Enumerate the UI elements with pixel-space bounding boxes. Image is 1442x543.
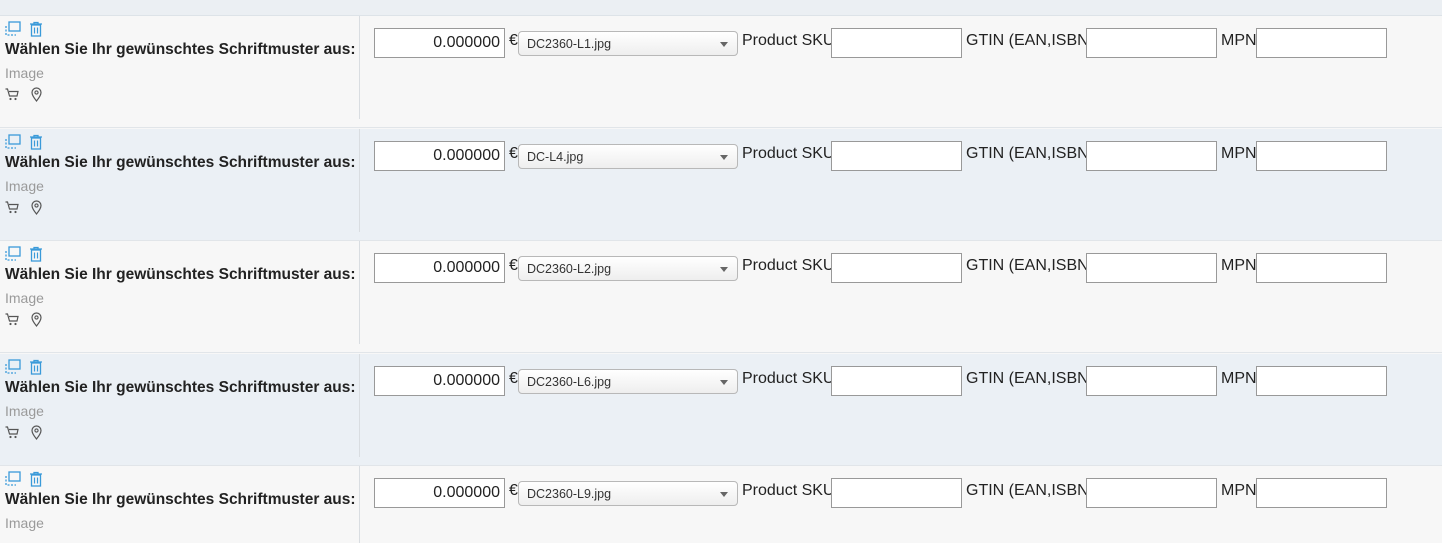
gtin-label: GTIN (EAN,ISBN)	[966, 370, 1095, 387]
option-name: Wählen Sie Ihr gewünschtes Schriftmuster…	[5, 154, 356, 171]
gtin-label: GTIN (EAN,ISBN)	[966, 145, 1095, 162]
cart-icon	[5, 313, 19, 331]
map-pin-icon	[31, 87, 42, 107]
option-name: Wählen Sie Ihr gewünschtes Schriftmuster…	[5, 41, 356, 58]
currency-symbol: €	[509, 32, 518, 49]
sku-input[interactable]	[831, 253, 962, 283]
option-info: Wählen Sie Ihr gewünschtes Schriftmuster…	[0, 241, 360, 344]
price-input[interactable]	[374, 141, 505, 171]
currency-symbol: €	[509, 482, 518, 499]
map-pin-icon	[31, 425, 42, 445]
trash-icon[interactable]	[29, 246, 43, 262]
top-strip	[0, 0, 1442, 16]
mpn-input[interactable]	[1256, 253, 1387, 283]
image-select-value: DC-L4.jpg	[527, 150, 584, 164]
sku-label: Product SKU	[742, 370, 835, 387]
mpn-label: MPN	[1221, 482, 1257, 499]
option-value-row: Wählen Sie Ihr gewünschtes Schriftmuster…	[0, 16, 1442, 128]
currency-symbol: €	[509, 370, 518, 387]
chevron-down-icon	[720, 267, 728, 272]
cart-icon	[5, 88, 19, 106]
chevron-down-icon	[720, 380, 728, 385]
gtin-input[interactable]	[1086, 141, 1217, 171]
option-info: Wählen Sie Ihr gewünschtes Schriftmuster…	[0, 466, 360, 543]
copy-icon[interactable]	[5, 471, 21, 487]
image-select-value: DC2360-L2.jpg	[527, 262, 612, 276]
image-select[interactable]: DC2360-L2.jpg	[518, 256, 738, 281]
image-select[interactable]: DC2360-L6.jpg	[518, 369, 738, 394]
cart-icon	[5, 201, 19, 219]
currency-symbol: €	[509, 145, 518, 162]
sku-label: Product SKU	[742, 32, 835, 49]
gtin-label: GTIN (EAN,ISBN)	[966, 482, 1095, 499]
trash-icon[interactable]	[29, 21, 43, 37]
gtin-label: GTIN (EAN,ISBN)	[966, 257, 1095, 274]
mpn-input[interactable]	[1256, 141, 1387, 171]
option-type: Image	[5, 515, 44, 531]
option-name: Wählen Sie Ihr gewünschtes Schriftmuster…	[5, 266, 356, 283]
image-select-value: DC2360-L9.jpg	[527, 487, 612, 501]
chevron-down-icon	[720, 492, 728, 497]
copy-icon[interactable]	[5, 134, 21, 150]
copy-icon[interactable]	[5, 246, 21, 262]
mpn-input[interactable]	[1256, 28, 1387, 58]
trash-icon[interactable]	[29, 359, 43, 375]
sku-input[interactable]	[831, 366, 962, 396]
gtin-label: GTIN (EAN,ISBN)	[966, 32, 1095, 49]
sku-label: Product SKU	[742, 145, 835, 162]
trash-icon[interactable]	[29, 471, 43, 487]
gtin-input[interactable]	[1086, 478, 1217, 508]
gtin-input[interactable]	[1086, 28, 1217, 58]
chevron-down-icon	[720, 42, 728, 47]
mpn-label: MPN	[1221, 257, 1257, 274]
mpn-input[interactable]	[1256, 478, 1387, 508]
cart-icon	[5, 426, 19, 444]
sku-input[interactable]	[831, 141, 962, 171]
map-pin-icon	[31, 200, 42, 220]
option-info: Wählen Sie Ihr gewünschtes Schriftmuster…	[0, 129, 360, 232]
trash-icon[interactable]	[29, 134, 43, 150]
option-value-row: Wählen Sie Ihr gewünschtes Schriftmuster…	[0, 129, 1442, 241]
copy-icon[interactable]	[5, 359, 21, 375]
image-select[interactable]: DC2360-L9.jpg	[518, 481, 738, 506]
sku-label: Product SKU	[742, 257, 835, 274]
mpn-label: MPN	[1221, 145, 1257, 162]
price-input[interactable]	[374, 366, 505, 396]
map-pin-icon	[31, 312, 42, 332]
option-info: Wählen Sie Ihr gewünschtes Schriftmuster…	[0, 16, 360, 119]
copy-icon[interactable]	[5, 21, 21, 37]
gtin-input[interactable]	[1086, 366, 1217, 396]
chevron-down-icon	[720, 155, 728, 160]
option-info: Wählen Sie Ihr gewünschtes Schriftmuster…	[0, 354, 360, 457]
currency-symbol: €	[509, 257, 518, 274]
image-select-value: DC2360-L1.jpg	[527, 37, 612, 51]
gtin-input[interactable]	[1086, 253, 1217, 283]
option-type: Image	[5, 403, 44, 419]
option-value-row: Wählen Sie Ihr gewünschtes Schriftmuster…	[0, 241, 1442, 353]
sku-label: Product SKU	[742, 482, 835, 499]
price-input[interactable]	[374, 28, 505, 58]
option-value-row: Wählen Sie Ihr gewünschtes Schriftmuster…	[0, 466, 1442, 543]
mpn-input[interactable]	[1256, 366, 1387, 396]
option-name: Wählen Sie Ihr gewünschtes Schriftmuster…	[5, 379, 356, 396]
option-type: Image	[5, 178, 44, 194]
price-input[interactable]	[374, 253, 505, 283]
option-name: Wählen Sie Ihr gewünschtes Schriftmuster…	[5, 491, 356, 508]
sku-input[interactable]	[831, 478, 962, 508]
option-type: Image	[5, 65, 44, 81]
sku-input[interactable]	[831, 28, 962, 58]
mpn-label: MPN	[1221, 32, 1257, 49]
image-select[interactable]: DC-L4.jpg	[518, 144, 738, 169]
image-select-value: DC2360-L6.jpg	[527, 375, 612, 389]
option-type: Image	[5, 290, 44, 306]
mpn-label: MPN	[1221, 370, 1257, 387]
price-input[interactable]	[374, 478, 505, 508]
option-value-row: Wählen Sie Ihr gewünschtes Schriftmuster…	[0, 354, 1442, 466]
image-select[interactable]: DC2360-L1.jpg	[518, 31, 738, 56]
